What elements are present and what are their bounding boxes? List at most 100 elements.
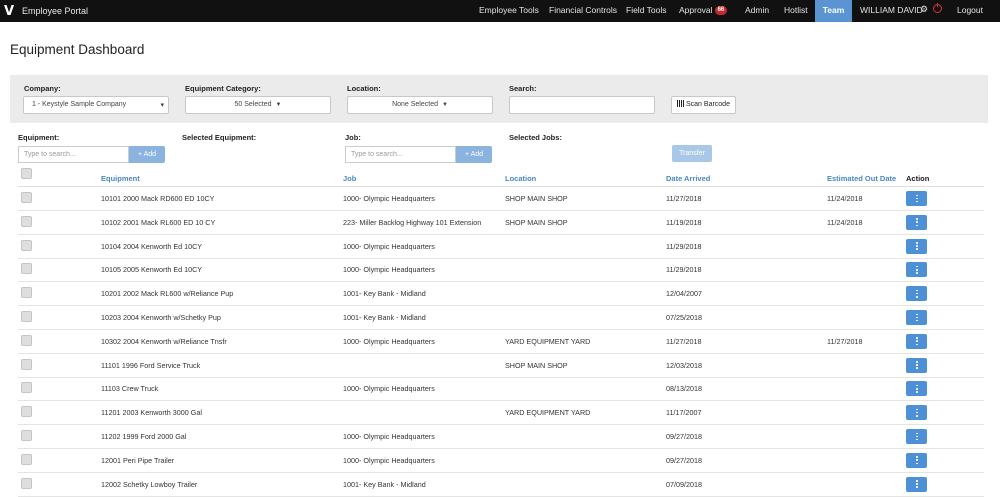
row-action-button[interactable]: [906, 238, 927, 254]
page-title: Equipment Dashboard: [10, 42, 145, 57]
location-dropdown-value: None Selected: [392, 101, 438, 108]
nav-approval-label: Approval: [679, 5, 713, 15]
cell-date-arrived: 11/29/2018: [666, 265, 702, 275]
category-label: Equipment Category:: [185, 84, 261, 93]
select-all-checkbox[interactable]: [21, 168, 32, 179]
table-row: 10201 2002 Mack RL600 w/Reliance Pup 1001…: [18, 282, 984, 307]
cell-equipment: 12001 Peri Pipe Trailer: [101, 455, 175, 465]
cell-location: SHOP MAIN SHOP: [505, 194, 568, 203]
brand-title: Employee Portal: [22, 6, 89, 16]
row-checkbox[interactable]: [21, 192, 32, 203]
power-icon[interactable]: [933, 3, 942, 13]
table-row: 10302 2004 Kenworth w/Reliance Tnsfr 1000…: [18, 330, 984, 354]
cell-equipment: 10203 2004 Kenworth w/Schetky Pup: [101, 313, 221, 322]
cell-job: 1000- Olympic Headquarters: [343, 336, 435, 346]
row-checkbox[interactable]: [21, 287, 32, 299]
add-job-button[interactable]: + Add: [456, 146, 492, 163]
row-action-button[interactable]: [906, 286, 927, 302]
search-label: Search:: [509, 84, 537, 93]
location-dropdown[interactable]: None Selected ▼: [347, 96, 493, 114]
job-search-input[interactable]: [345, 146, 456, 163]
table-row: 10104 2004 Kenworth Ed 10CY 1000- Olympic…: [18, 235, 984, 259]
row-checkbox[interactable]: [21, 334, 32, 346]
column-header-estimated-out[interactable]: Estimated Out Date: [827, 174, 896, 183]
user-name[interactable]: WILLIAM DAVID: [860, 0, 923, 22]
cell-date-arrived: 11/17/2007: [666, 408, 702, 418]
scan-barcode-button[interactable]: Scan Barcode: [671, 96, 736, 114]
column-header-action: Action: [906, 174, 930, 183]
cell-equipment: 10201 2002 Mack RL600 w/Reliance Pup: [101, 289, 234, 299]
nav-team[interactable]: Team: [815, 0, 852, 22]
column-header-equipment[interactable]: Equipment: [101, 174, 140, 183]
cell-equipment: 10105 2005 Kenworth Ed 10CY: [101, 265, 203, 275]
cell-job: 1001- Key Bank - Midland: [343, 289, 426, 299]
category-dropdown-value: 50 Selected: [234, 101, 272, 108]
cell-location: SHOP MAIN SHOP: [505, 217, 568, 227]
cell-estimated-out: 11/24/2018: [827, 217, 863, 227]
row-checkbox[interactable]: [21, 430, 32, 441]
nav-field-tools[interactable]: Field Tools: [626, 0, 666, 22]
cell-date-arrived: 07/25/2018: [666, 313, 702, 322]
row-action-button[interactable]: [906, 429, 927, 444]
row-checkbox[interactable]: [21, 215, 32, 227]
gear-icon[interactable]: ⚙: [920, 4, 928, 15]
row-checkbox[interactable]: [21, 406, 32, 418]
cell-job: 1001- Key Bank - Midland: [343, 313, 426, 322]
row-action-button[interactable]: [906, 191, 927, 206]
row-action-button[interactable]: [906, 476, 927, 492]
row-checkbox[interactable]: [21, 263, 32, 275]
nav-approval[interactable]: Approval 66: [679, 0, 728, 22]
cell-estimated-out: 11/24/2018: [827, 194, 863, 203]
row-action-button[interactable]: [906, 310, 927, 325]
cell-job: 1000- Olympic Headquarters: [343, 384, 435, 394]
column-header-location[interactable]: Location: [505, 174, 536, 183]
category-dropdown[interactable]: 50 Selected ▼: [185, 96, 331, 114]
nav-financial-controls[interactable]: Financial Controls: [549, 0, 617, 22]
row-action-button[interactable]: [906, 262, 927, 278]
row-action-button[interactable]: [906, 214, 927, 230]
row-checkbox[interactable]: [21, 358, 32, 370]
cell-equipment: 11101 1996 Ford Service Truck: [101, 360, 201, 370]
logout-link[interactable]: Logout: [957, 0, 983, 22]
row-checkbox[interactable]: [21, 311, 32, 322]
cell-date-arrived: 09/27/2018: [666, 455, 702, 465]
add-equipment-button[interactable]: + Add: [129, 146, 165, 163]
caret-down-icon: ▼: [441, 102, 448, 108]
table-row: 10105 2005 Kenworth Ed 10CY 1000- Olympic…: [18, 258, 984, 283]
cell-date-arrived: 07/09/2018: [666, 479, 702, 489]
row-action-button[interactable]: [906, 333, 927, 349]
row-checkbox[interactable]: [21, 382, 32, 394]
cell-job: 1000- Olympic Headquarters: [343, 265, 435, 275]
cell-date-arrived: 12/04/2007: [666, 289, 702, 299]
row-action-button[interactable]: [906, 357, 927, 373]
cell-date-arrived: 12/03/2018: [666, 360, 702, 370]
table-row: 12001 Peri Pipe Trailer 1000- Olympic Hea…: [18, 449, 984, 473]
column-header-date-arrived[interactable]: Date Arrived: [666, 174, 710, 183]
company-select[interactable]: 1 - Keystyle Sample Company ▾: [23, 96, 169, 114]
table-row: 10102 2001 Mack RL600 ED 10 CY 223- Mille…: [18, 211, 984, 235]
cell-date-arrived: 08/13/2018: [666, 384, 702, 394]
cell-equipment: 11201 2003 Kenworth 3000 Gal: [101, 408, 202, 418]
brand[interactable]: V Employee Portal: [4, 0, 88, 22]
cell-date-arrived: 09/27/2018: [666, 432, 702, 441]
cell-equipment: 12002 Schetky Lowboy Trailer: [101, 479, 198, 489]
cell-equipment: 10101 2000 Mack RD600 ED 10CY: [101, 194, 215, 203]
column-header-job[interactable]: Job: [343, 174, 356, 183]
cell-location: SHOP MAIN SHOP: [505, 360, 568, 370]
row-checkbox[interactable]: [21, 239, 32, 251]
row-checkbox[interactable]: [21, 453, 32, 465]
filter-panel: Company: 1 - Keystyle Sample Company ▾ E…: [10, 75, 988, 123]
row-action-button[interactable]: [906, 381, 927, 397]
row-action-button[interactable]: [906, 452, 927, 468]
cell-date-arrived: 11/19/2018: [666, 217, 702, 227]
cell-date-arrived: 11/27/2018: [666, 194, 702, 203]
search-input[interactable]: [509, 96, 655, 114]
cell-equipment: 11202 1999 Ford 2000 Gal: [101, 432, 187, 441]
nav-hotlist[interactable]: Hotlist: [784, 0, 808, 22]
nav-employee-tools[interactable]: Employee Tools: [479, 0, 539, 22]
transfer-button[interactable]: Transfer: [672, 145, 712, 162]
location-label: Location:: [347, 84, 381, 93]
row-action-button[interactable]: [906, 405, 927, 421]
equipment-search-input[interactable]: [18, 146, 129, 163]
nav-admin[interactable]: Admin: [745, 0, 769, 22]
